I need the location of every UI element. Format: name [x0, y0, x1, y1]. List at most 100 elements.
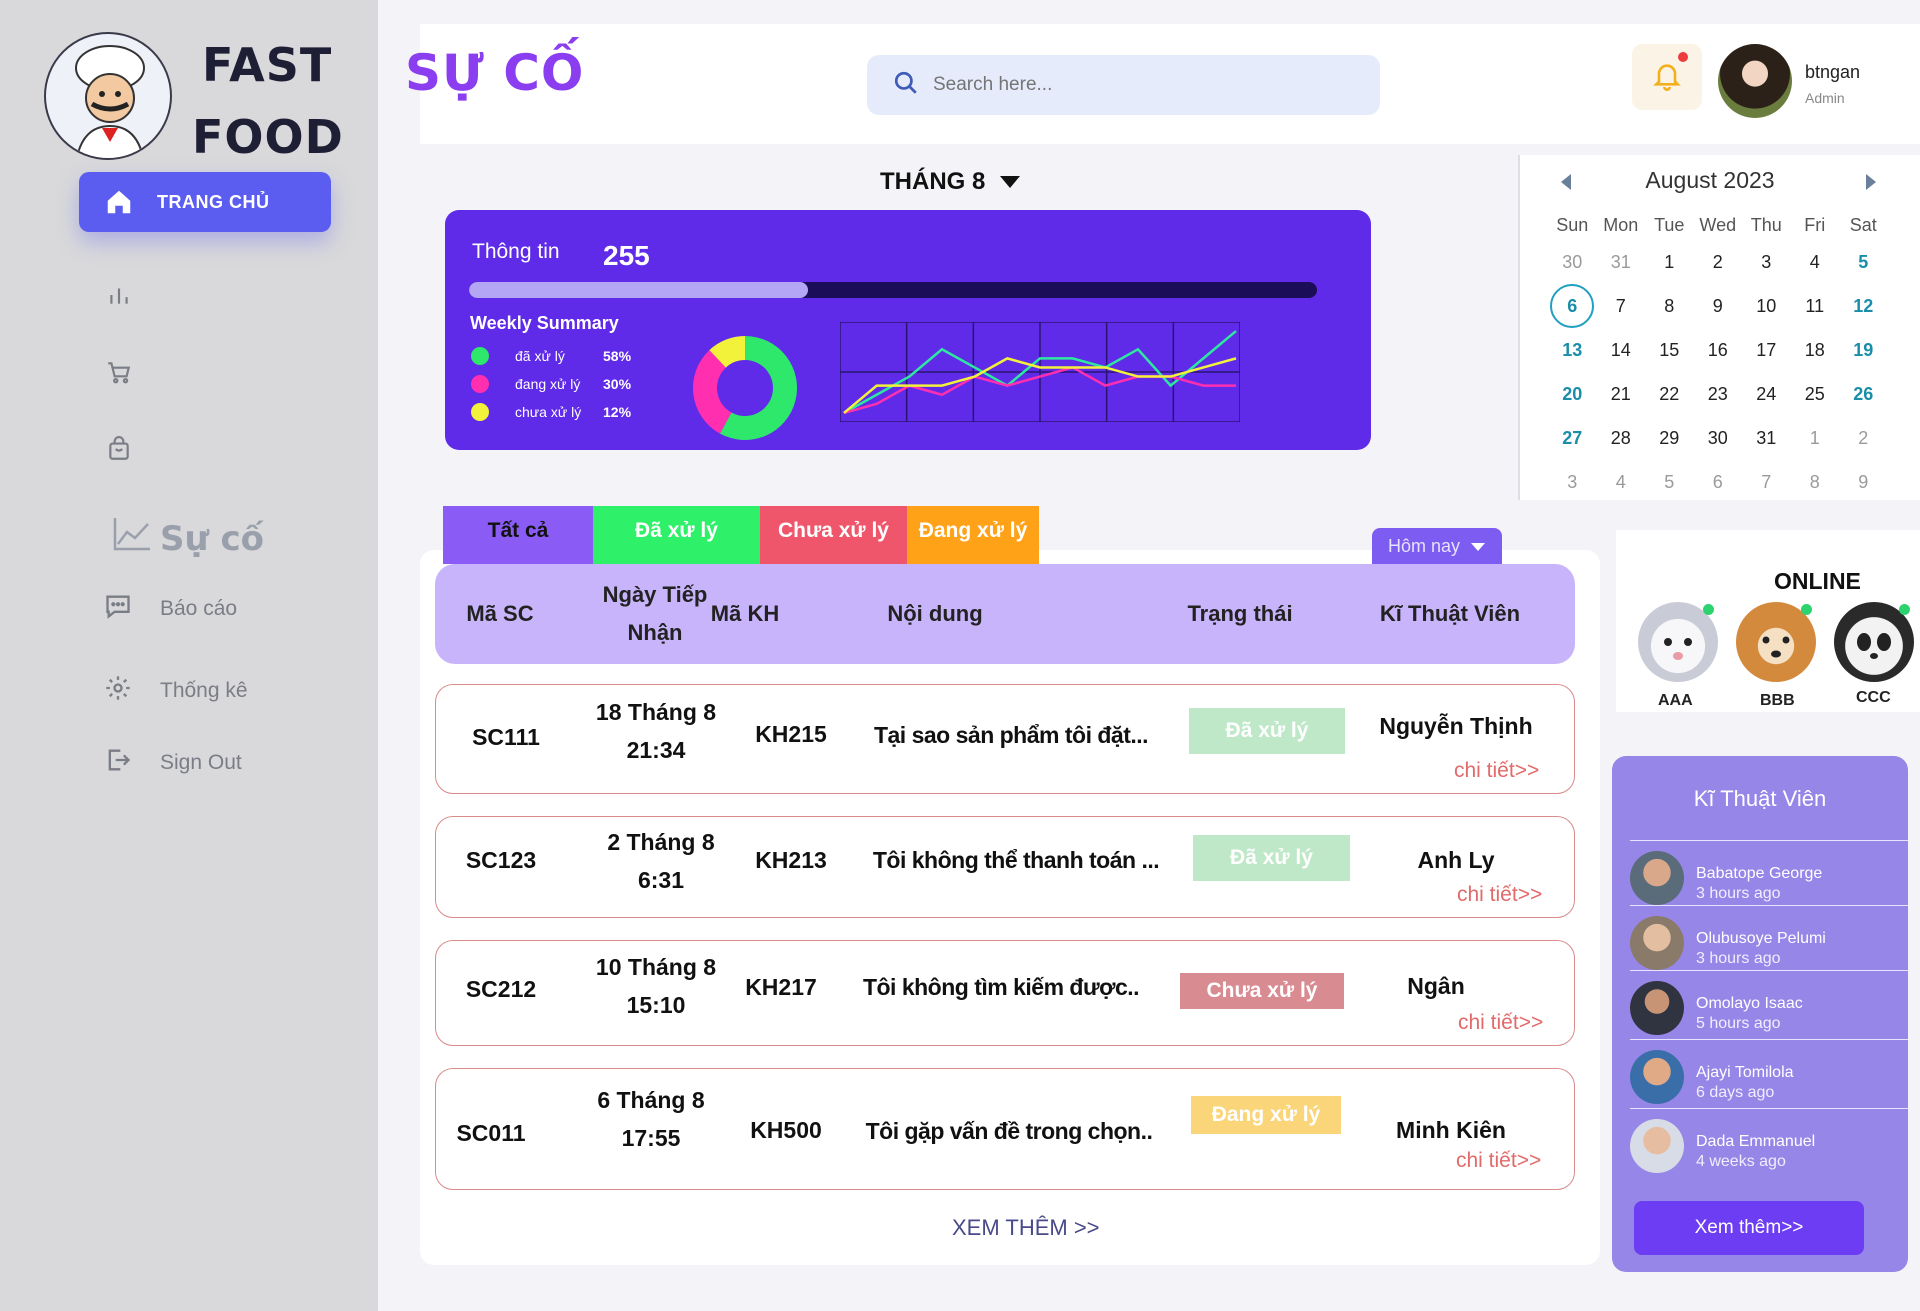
technician-item[interactable]: Olubusoye Pelumi 3 hours ago	[1630, 905, 1908, 970]
tab-all[interactable]: Tất cả	[443, 506, 593, 564]
tab-resolved[interactable]: Đã xử lý	[593, 506, 760, 564]
incident-content: Tại sao sản phẩm tôi đặt...	[873, 722, 1149, 748]
calendar-day[interactable]: 8	[1791, 460, 1840, 504]
incident-content: Tôi gặp vấn đề trong chọn..	[865, 1118, 1153, 1144]
sign-out-icon	[104, 746, 132, 780]
detail-link[interactable]: chi tiết>>	[1454, 759, 1539, 783]
sidebar-item-bao-cao[interactable]: Báo cáo	[104, 592, 237, 626]
search-icon	[893, 70, 919, 101]
chat-icon	[104, 592, 132, 626]
online-avatar[interactable]	[1736, 602, 1816, 682]
home-button[interactable]: TRANG CHỦ	[79, 172, 331, 232]
calendar-day[interactable]: 30	[1548, 240, 1597, 284]
calendar-day[interactable]: 8	[1645, 284, 1694, 328]
bar-chart-icon[interactable]	[104, 280, 134, 310]
table-row[interactable]: SC011 6 Tháng 8 17:55 KH500 Tôi gặp vấn …	[435, 1068, 1575, 1190]
technician-item[interactable]: Dada Emmanuel 4 weeks ago	[1630, 1108, 1908, 1173]
calendar-next-icon[interactable]	[1865, 173, 1877, 196]
sidebar-item-sign-out[interactable]: Sign Out	[104, 746, 242, 780]
calendar-day[interactable]: 17	[1742, 328, 1791, 372]
technician-item[interactable]: Omolayo Isaac 5 hours ago	[1630, 970, 1908, 1035]
cart-icon[interactable]	[104, 357, 134, 387]
calendar-day[interactable]: 25	[1791, 372, 1840, 416]
technician-avatar	[1630, 1119, 1684, 1173]
calendar-day[interactable]: 20	[1548, 372, 1597, 416]
calendar-day[interactable]: 14	[1597, 328, 1646, 372]
customer-id: KH217	[745, 974, 817, 1000]
calendar-day[interactable]: 28	[1597, 416, 1646, 460]
customer-id: KH215	[755, 721, 827, 747]
online-avatar[interactable]	[1834, 602, 1914, 682]
calendar-day[interactable]: 9	[1694, 284, 1743, 328]
calendar-day[interactable]: 4	[1791, 240, 1840, 284]
trend-icon	[112, 516, 152, 561]
detail-link[interactable]: chi tiết>>	[1456, 1149, 1541, 1173]
calendar-day[interactable]: 3	[1548, 460, 1597, 504]
status-badge: Đã xử lý	[1193, 835, 1350, 881]
calendar-day[interactable]: 11	[1791, 284, 1840, 328]
calendar-day[interactable]: 23	[1694, 372, 1743, 416]
month-selector[interactable]: THÁNG 8	[880, 168, 1021, 196]
online-user-name: BBB	[1760, 692, 1795, 709]
see-more-technicians-button[interactable]: Xem thêm>>	[1634, 1201, 1864, 1255]
calendar-day[interactable]: 24	[1742, 372, 1791, 416]
sidebar-item-thong-ke[interactable]: Thống kê	[104, 674, 248, 708]
calendar-day[interactable]: 21	[1597, 372, 1646, 416]
tab-in-progress[interactable]: Đang xử lý	[907, 506, 1039, 564]
search-box[interactable]	[867, 55, 1380, 115]
calendar-day[interactable]: 30	[1694, 416, 1743, 460]
technician-item[interactable]: Babatope George 3 hours ago	[1630, 840, 1908, 905]
incident-id: SC011	[456, 1120, 526, 1146]
calendar-day[interactable]: 10	[1742, 284, 1791, 328]
status-badge: Đã xử lý	[1189, 708, 1345, 754]
table-row[interactable]: SC212 10 Tháng 8 15:10 KH217 Tôi không t…	[435, 940, 1575, 1046]
calendar-day[interactable]: 18	[1791, 328, 1840, 372]
calendar-day[interactable]: 4	[1597, 460, 1646, 504]
calendar-day[interactable]: 1	[1645, 240, 1694, 284]
calendar-day[interactable]: 7	[1597, 284, 1646, 328]
calendar-day[interactable]: 27	[1548, 416, 1597, 460]
calendar-day[interactable]: 31	[1597, 240, 1646, 284]
calendar-day[interactable]: 5	[1839, 240, 1888, 284]
calendar-day[interactable]: 12	[1839, 284, 1888, 328]
calendar-day[interactable]: 6	[1548, 284, 1597, 328]
calendar-day[interactable]: 26	[1839, 372, 1888, 416]
technicians-panel: Kĩ Thuật Viên Babatope George 3 hours ag…	[1612, 756, 1908, 1272]
calendar-day[interactable]: 3	[1742, 240, 1791, 284]
calendar-day[interactable]: 19	[1839, 328, 1888, 372]
calendar-day[interactable]: 2	[1839, 416, 1888, 460]
online-user-name: AAA	[1658, 692, 1693, 709]
table-row[interactable]: SC123 2 Tháng 8 6:31 KH213 Tôi không thể…	[435, 816, 1575, 918]
sidebar-item-su-co[interactable]: Sự cố	[112, 516, 264, 561]
calendar-day[interactable]: 6	[1694, 460, 1743, 504]
technicians-title: Kĩ Thuật Viên	[1693, 786, 1827, 811]
calendar-day[interactable]: 13	[1548, 328, 1597, 372]
calendar-day[interactable]: 15	[1645, 328, 1694, 372]
shopping-bag-icon[interactable]	[104, 434, 134, 464]
table-row[interactable]: SC111 18 Tháng 8 21:34 KH215 Tại sao sản…	[435, 684, 1575, 794]
notification-button[interactable]	[1632, 44, 1702, 110]
detail-link[interactable]: chi tiết>>	[1457, 883, 1542, 907]
calendar-day[interactable]: 1	[1791, 416, 1840, 460]
see-more-link[interactable]: XEM THÊM >>	[952, 1215, 1100, 1241]
search-input[interactable]	[933, 74, 1333, 96]
calendar-day[interactable]: 5	[1645, 460, 1694, 504]
user-name: btngan	[1805, 62, 1861, 82]
calendar-day[interactable]: 7	[1742, 460, 1791, 504]
online-title: ONLINE	[1774, 568, 1861, 594]
calendar-day[interactable]: 9	[1839, 460, 1888, 504]
sidebar-item-label: Báo cáo	[160, 597, 238, 620]
calendar-day[interactable]: 22	[1645, 372, 1694, 416]
tab-unresolved[interactable]: Chưa xử lý	[760, 506, 907, 564]
date-filter-dropdown[interactable]: Hôm nay	[1372, 528, 1502, 564]
online-avatar[interactable]	[1638, 602, 1718, 682]
today-marker: 6	[1550, 284, 1595, 328]
user-avatar[interactable]	[1718, 44, 1792, 118]
technician-item[interactable]: Ajayi Tomilola 6 days ago	[1630, 1039, 1908, 1104]
calendar-day[interactable]: 29	[1645, 416, 1694, 460]
column-header: Kĩ Thuật Viên	[1379, 601, 1521, 626]
calendar-day[interactable]: 16	[1694, 328, 1743, 372]
calendar-day[interactable]: 2	[1694, 240, 1743, 284]
detail-link[interactable]: chi tiết>>	[1458, 1011, 1543, 1035]
calendar-day[interactable]: 31	[1742, 416, 1791, 460]
